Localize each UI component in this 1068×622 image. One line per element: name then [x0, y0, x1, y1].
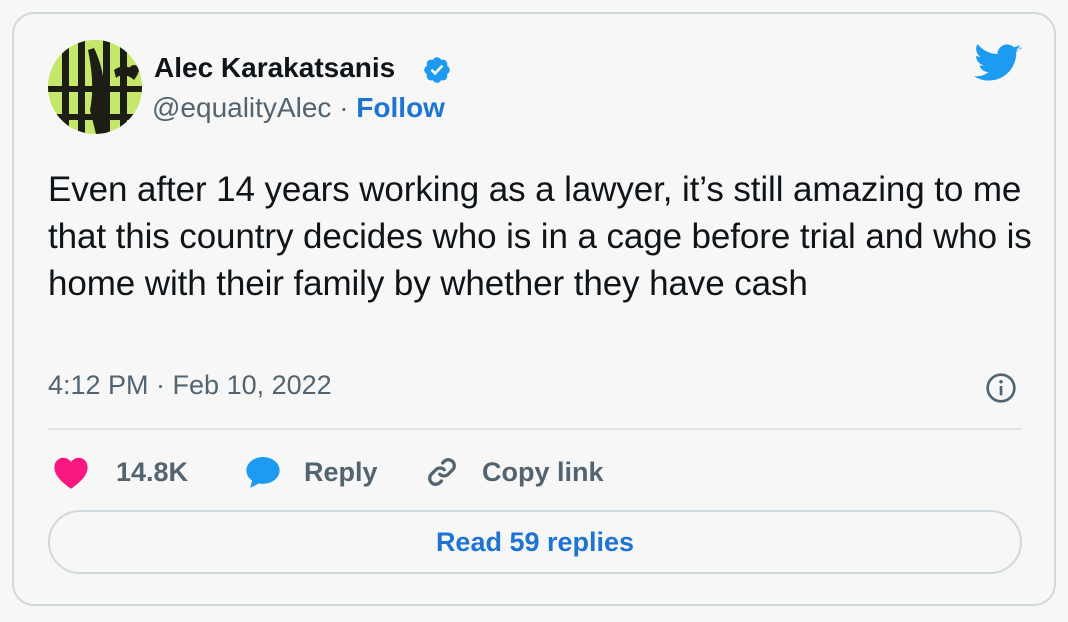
- heart-icon: [54, 457, 88, 489]
- twitter-bird-icon[interactable]: [974, 44, 1022, 84]
- reply-button[interactable]: Reply: [244, 452, 378, 492]
- copy-link-label: Copy link: [482, 456, 604, 487]
- tweet-card: Alec Karakatsanis @equalityAlec · Follow…: [12, 12, 1056, 606]
- info-icon[interactable]: [985, 372, 1017, 404]
- avatar[interactable]: [48, 40, 142, 134]
- like-button[interactable]: 14.8K: [52, 452, 188, 492]
- read-replies-button[interactable]: Read 59 replies: [48, 510, 1022, 574]
- copy-link-button[interactable]: Copy link: [424, 452, 604, 492]
- tweet-timestamp[interactable]: 4:12 PM · Feb 10, 2022: [48, 370, 332, 401]
- link-icon: [428, 458, 456, 486]
- handle-separator: ·: [339, 92, 349, 123]
- author-name[interactable]: Alec Karakatsanis: [154, 52, 395, 84]
- handle-row: @equalityAlec · Follow: [152, 92, 445, 124]
- reply-bubble-icon: [246, 456, 280, 488]
- divider: [48, 428, 1022, 430]
- verified-badge-icon: [424, 57, 450, 83]
- tweet-text: Even after 14 years working as a lawyer,…: [48, 170, 1032, 303]
- reply-label: Reply: [304, 456, 378, 487]
- likes-count: 14.8K: [116, 456, 189, 487]
- follow-link[interactable]: Follow: [356, 92, 445, 123]
- author-handle[interactable]: @equalityAlec: [152, 92, 331, 123]
